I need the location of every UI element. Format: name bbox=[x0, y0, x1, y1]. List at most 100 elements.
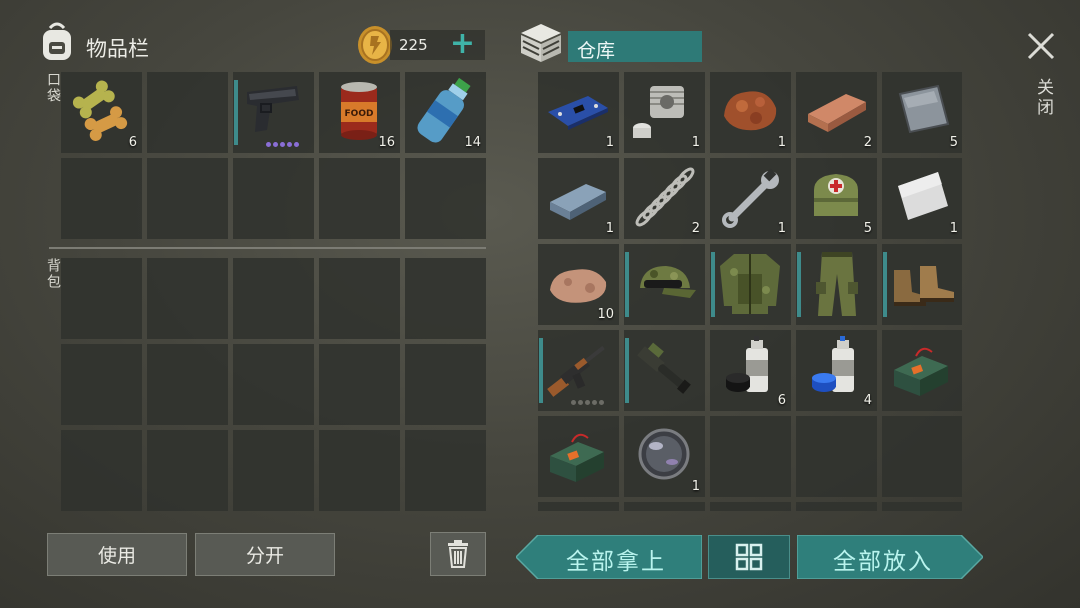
assault-rifle-icon bbox=[547, 345, 605, 397]
storage-slot-camo-pants[interactable] bbox=[796, 244, 877, 325]
storage-grid: 1 1 1 2 5 1 2 1 5 1 10 6 4 1 bbox=[538, 72, 962, 511]
take-all-label[interactable]: 全部拿上 bbox=[566, 542, 666, 576]
put-all-label[interactable]: 全部放入 bbox=[833, 542, 933, 576]
item-quantity: 1 bbox=[605, 221, 614, 236]
storage-slot-wrench[interactable]: 1 bbox=[710, 158, 791, 239]
add-coins-button[interactable]: + bbox=[450, 26, 475, 61]
inventory-title: 物品栏 bbox=[86, 37, 149, 61]
storage-slot-boots[interactable] bbox=[882, 244, 962, 325]
backpack-slot[interactable] bbox=[61, 430, 142, 511]
inventory-slot-empty[interactable] bbox=[405, 158, 486, 239]
backpack-slot[interactable] bbox=[233, 258, 314, 339]
section-divider bbox=[49, 247, 486, 249]
backpack-slot[interactable] bbox=[233, 430, 314, 511]
inventory-slot-empty[interactable] bbox=[147, 158, 228, 239]
storage-slot-empty[interactable] bbox=[796, 502, 877, 511]
backpack-slot[interactable] bbox=[61, 344, 142, 425]
gun-part-icon bbox=[637, 342, 691, 394]
storage-slot-empty[interactable] bbox=[624, 502, 705, 511]
item-quantity: 16 bbox=[378, 135, 395, 150]
backpack-slot[interactable] bbox=[405, 258, 486, 339]
item-quantity: 2 bbox=[863, 135, 872, 150]
storage-title-field: 仓库 bbox=[568, 31, 702, 62]
backpack-slot[interactable] bbox=[61, 258, 142, 339]
storage-slot-spray-paint-blue[interactable]: 4 bbox=[796, 330, 877, 411]
pockets-grid: 6 FOOD 16 14 bbox=[61, 72, 486, 239]
backpack-slot[interactable] bbox=[405, 344, 486, 425]
inventory-slot-pistol[interactable] bbox=[233, 72, 314, 153]
item-quantity: 1 bbox=[777, 135, 786, 150]
put-all-button[interactable]: 全部放入 bbox=[797, 535, 983, 579]
storage-slot-empty[interactable] bbox=[882, 416, 962, 497]
grid-layout-icon[interactable] bbox=[735, 543, 763, 571]
item-quantity: 5 bbox=[863, 221, 872, 236]
item-quantity: 6 bbox=[128, 135, 137, 150]
inventory-slot-dog-biscuits[interactable]: 6 bbox=[61, 72, 142, 153]
storage-slot-circuit-board[interactable]: 1 bbox=[538, 72, 619, 153]
backpack-slot[interactable] bbox=[147, 430, 228, 511]
storage-slot-spring[interactable]: 2 bbox=[624, 158, 705, 239]
storage-slot-first-aid-bag[interactable]: 5 bbox=[796, 158, 877, 239]
storage-slot-copper-ingot[interactable]: 2 bbox=[796, 72, 877, 153]
boots-icon bbox=[894, 266, 954, 306]
storage-slot-engine-part[interactable]: 1 bbox=[624, 72, 705, 153]
storage-slot-explosive-box[interactable] bbox=[538, 416, 619, 497]
item-quantity: 1 bbox=[691, 479, 700, 494]
storage-slot-empty[interactable] bbox=[796, 416, 877, 497]
storage-slot-assault-rifle[interactable] bbox=[538, 330, 619, 411]
storage-grid-viewport[interactable]: 1 1 1 2 5 1 2 1 5 1 10 6 4 1 bbox=[538, 72, 962, 511]
storage-slot-explosive-box[interactable] bbox=[882, 330, 962, 411]
storage-slot-spray-paint-black[interactable]: 6 bbox=[710, 330, 791, 411]
storage-slot-empty[interactable] bbox=[710, 416, 791, 497]
storage-slot-lens[interactable]: 1 bbox=[624, 416, 705, 497]
currency-bar: 225 + bbox=[390, 26, 485, 61]
storage-slot-empty[interactable] bbox=[710, 502, 791, 511]
sort-layout-button[interactable] bbox=[708, 535, 790, 579]
delete-button[interactable] bbox=[430, 532, 486, 576]
item-quantity: 14 bbox=[464, 135, 481, 150]
item-quantity: 1 bbox=[691, 135, 700, 150]
storage-slot-camo-cap[interactable] bbox=[624, 244, 705, 325]
storage-slot-iron-ingot[interactable]: 1 bbox=[538, 158, 619, 239]
backpack-slot[interactable] bbox=[147, 344, 228, 425]
storage-slot-empty[interactable] bbox=[538, 502, 619, 511]
storage-slot-metal-plate[interactable]: 5 bbox=[882, 72, 962, 153]
camo-pants-icon bbox=[816, 252, 858, 316]
storage-slot-camo-jacket[interactable] bbox=[710, 244, 791, 325]
split-button[interactable]: 分开 bbox=[195, 533, 335, 576]
storage-slot-gun-part[interactable] bbox=[624, 330, 705, 411]
storage-slot-empty[interactable] bbox=[882, 502, 962, 511]
inventory-slot-empty[interactable] bbox=[319, 158, 400, 239]
backpack-slot[interactable] bbox=[147, 258, 228, 339]
inventory-slot-canned-food[interactable]: FOOD 16 bbox=[319, 72, 400, 153]
storage-slot-steel-sheet[interactable]: 1 bbox=[882, 158, 962, 239]
backpack-slot[interactable] bbox=[233, 344, 314, 425]
use-button[interactable]: 使用 bbox=[47, 533, 187, 576]
backpack-label: 背包 bbox=[45, 258, 61, 290]
inventory-slot-empty[interactable] bbox=[147, 72, 228, 153]
durability-dots bbox=[571, 400, 604, 405]
coin-icon bbox=[356, 25, 394, 65]
inventory-slot-empty[interactable] bbox=[233, 158, 314, 239]
trash-icon[interactable] bbox=[446, 540, 470, 568]
backpack-slot[interactable] bbox=[405, 430, 486, 511]
pockets-label: 口袋 bbox=[45, 72, 61, 104]
item-quantity: 4 bbox=[863, 393, 872, 408]
close-label[interactable]: 关闭 bbox=[1031, 78, 1056, 118]
backpack-slot[interactable] bbox=[319, 430, 400, 511]
storage-title: 仓库 bbox=[577, 40, 616, 62]
storage-slot-stone[interactable]: 10 bbox=[538, 244, 619, 325]
storage-slot-copper-ore[interactable]: 1 bbox=[710, 72, 791, 153]
item-quantity: 1 bbox=[949, 221, 958, 236]
close-button[interactable]: 关闭 bbox=[1024, 30, 1058, 130]
inventory-slot-water-bottle[interactable]: 14 bbox=[405, 72, 486, 153]
take-all-button[interactable]: 全部拿上 bbox=[516, 535, 702, 579]
backpack-grid bbox=[61, 258, 486, 511]
inventory-slot-empty[interactable] bbox=[61, 158, 142, 239]
close-icon[interactable] bbox=[1025, 30, 1057, 62]
item-quantity: 1 bbox=[605, 135, 614, 150]
storage-crate-icon bbox=[519, 22, 563, 64]
can-label-text: FOOD bbox=[345, 109, 374, 119]
backpack-slot[interactable] bbox=[319, 258, 400, 339]
backpack-slot[interactable] bbox=[319, 344, 400, 425]
